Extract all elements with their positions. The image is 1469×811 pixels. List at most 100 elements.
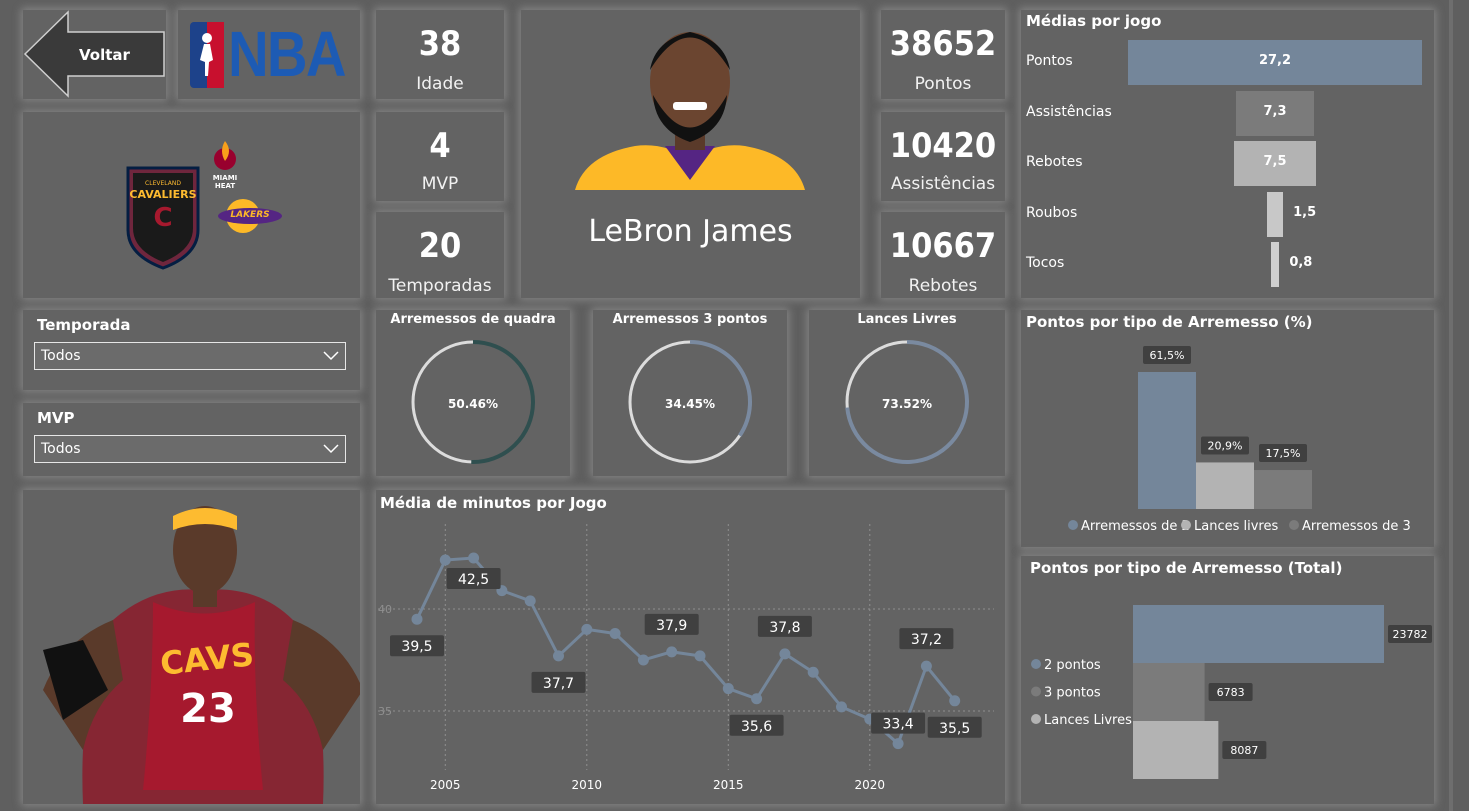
funnel-value-label: 0,8 (1289, 255, 1313, 270)
legend-dot (1181, 520, 1191, 530)
point-label: 37,2 (911, 632, 942, 648)
funnel-value-label: 7,5 (1263, 154, 1287, 169)
ring-value-tres-pontos: 34.45% (665, 397, 715, 411)
svg-text:C: C (153, 203, 172, 233)
funnel-value-label: 1,5 (1293, 204, 1317, 220)
funnel-bar[interactable] (1266, 191, 1284, 237)
line-point (694, 650, 706, 662)
cavaliers-main-text: CAVALIERS (129, 188, 197, 201)
line-point (637, 654, 649, 666)
cavaliers-logo: C (126, 166, 200, 270)
stat-label-rebotes: Rebotes (908, 276, 978, 296)
legend-label: Arremessos de 2 (1081, 519, 1190, 534)
player-card: LeBron James (521, 10, 860, 298)
percent-bar (1196, 462, 1254, 509)
point-label: 37,8 (769, 620, 800, 636)
stat-label-assistencias: Assistências (890, 174, 996, 194)
legend-label: Lances livres (1194, 519, 1278, 534)
percent-bar (1138, 372, 1196, 509)
filter-mvp-title: MVP (37, 409, 75, 427)
filter-temporada-card: Temporada Todos (23, 310, 360, 390)
line-point (468, 552, 480, 564)
filter-temporada-title: Temporada (37, 316, 131, 334)
line-point (411, 613, 423, 625)
funnel-category-label: Pontos (1026, 53, 1073, 69)
legend-label: 2 pontos (1044, 658, 1101, 673)
ring-title-lances: Lances Livres (857, 312, 957, 327)
funnel-value-label: 7,3 (1263, 103, 1287, 119)
legend-dot (1031, 714, 1041, 724)
line-point (892, 738, 904, 750)
stat-card-rebotes: 10667 Rebotes (881, 212, 1005, 298)
percent-label: 17,5% (1266, 447, 1301, 460)
stat-value-mvp: 4 (429, 126, 451, 166)
filter-temporada-dropdown[interactable]: Todos (34, 342, 346, 370)
legend-label: Lances Livres (1044, 713, 1132, 728)
percent-label: 61,5% (1150, 349, 1185, 362)
stat-label-idade: Idade (416, 74, 464, 94)
line-point (439, 554, 451, 566)
percent-bar (1254, 470, 1312, 509)
scrollbar[interactable] (1449, 0, 1453, 811)
point-label: 39,5 (401, 639, 432, 655)
x-tick-label: 2005 (430, 778, 461, 792)
nba-logo-text: NBA (228, 18, 346, 90)
line-point (779, 648, 791, 660)
player-photo-card: CAVS 23 (23, 490, 360, 804)
minutes-chart-card: Média de minutos por Jogo 35 40 2005 2010 20… (376, 490, 1005, 804)
point-label: 42,5 (458, 572, 489, 588)
y-tick-label: 40 (378, 603, 392, 616)
legend-label: Arremessos de 3 (1302, 519, 1411, 534)
ring-card-lances: Lances Livres 73.52% (809, 310, 1005, 476)
cavaliers-top-text: CLEVELAND (145, 180, 181, 187)
legend-label: 3 pontos (1044, 686, 1101, 701)
line-point (666, 646, 678, 658)
legend-dot (1289, 520, 1299, 530)
averages-chart-card: Médias por jogo Pontos 27,2 Assistências 7,… (1021, 10, 1434, 298)
x-tick-label: 2010 (572, 778, 603, 792)
stat-card-pontos: 38652 Pontos (881, 10, 1005, 99)
teams-card: C CLEVELAND CAVALIERS MIAMI HEAT LAKERS (23, 112, 360, 298)
back-card: Voltar (23, 10, 166, 99)
point-label: 35,5 (939, 721, 970, 737)
filter-mvp-dropdown[interactable]: Todos (34, 435, 346, 463)
ring-value-lances: 73.52% (882, 397, 932, 411)
player-name: LeBron James (588, 214, 793, 249)
player-headshot (575, 32, 805, 190)
point-label: 37,9 (656, 618, 687, 634)
line-point (524, 595, 536, 607)
line-point (949, 695, 961, 707)
line-point (836, 701, 847, 713)
total-bar (1133, 663, 1205, 721)
jersey-number: 23 (180, 686, 236, 732)
total-label: 23782 (1393, 628, 1428, 641)
line-point (609, 627, 621, 639)
stat-value-idade: 38 (418, 24, 462, 64)
heat-top-text: MIAMI (212, 174, 238, 182)
funnel-bar[interactable] (1270, 242, 1280, 287)
line-point (920, 660, 932, 672)
heat-logo (214, 141, 236, 170)
heat-bottom-text: HEAT (214, 182, 236, 190)
back-button-label[interactable]: Voltar (79, 46, 130, 64)
line-point (722, 683, 734, 695)
y-tick-label: 35 (378, 705, 392, 718)
ring-arc (689, 340, 752, 437)
funnel-category-label: Tocos (1026, 255, 1065, 271)
lakers-text: LAKERS (230, 210, 270, 220)
stat-value-rebotes: 10667 (889, 226, 997, 266)
percent-label: 20,9% (1208, 439, 1243, 452)
stat-value-assistencias: 10420 (889, 126, 997, 166)
stat-label-mvp: MVP (421, 174, 459, 194)
total-bar-chart: 23782 6783 8087 2 pontos 3 pontos Lances Livr… (1031, 605, 1432, 779)
line-point (553, 650, 564, 662)
legend-dot (1068, 520, 1078, 530)
nba-logo-card: NBA (178, 10, 360, 99)
line-point (807, 666, 819, 678)
funnel-category-label: Assistências (1026, 103, 1112, 120)
total-label: 8087 (1230, 744, 1258, 757)
stat-value-temporadas: 20 (418, 226, 462, 266)
funnel-value-label: 27,2 (1258, 53, 1292, 68)
point-label: 35,6 (741, 719, 772, 735)
filter-mvp-value: Todos (41, 441, 81, 457)
